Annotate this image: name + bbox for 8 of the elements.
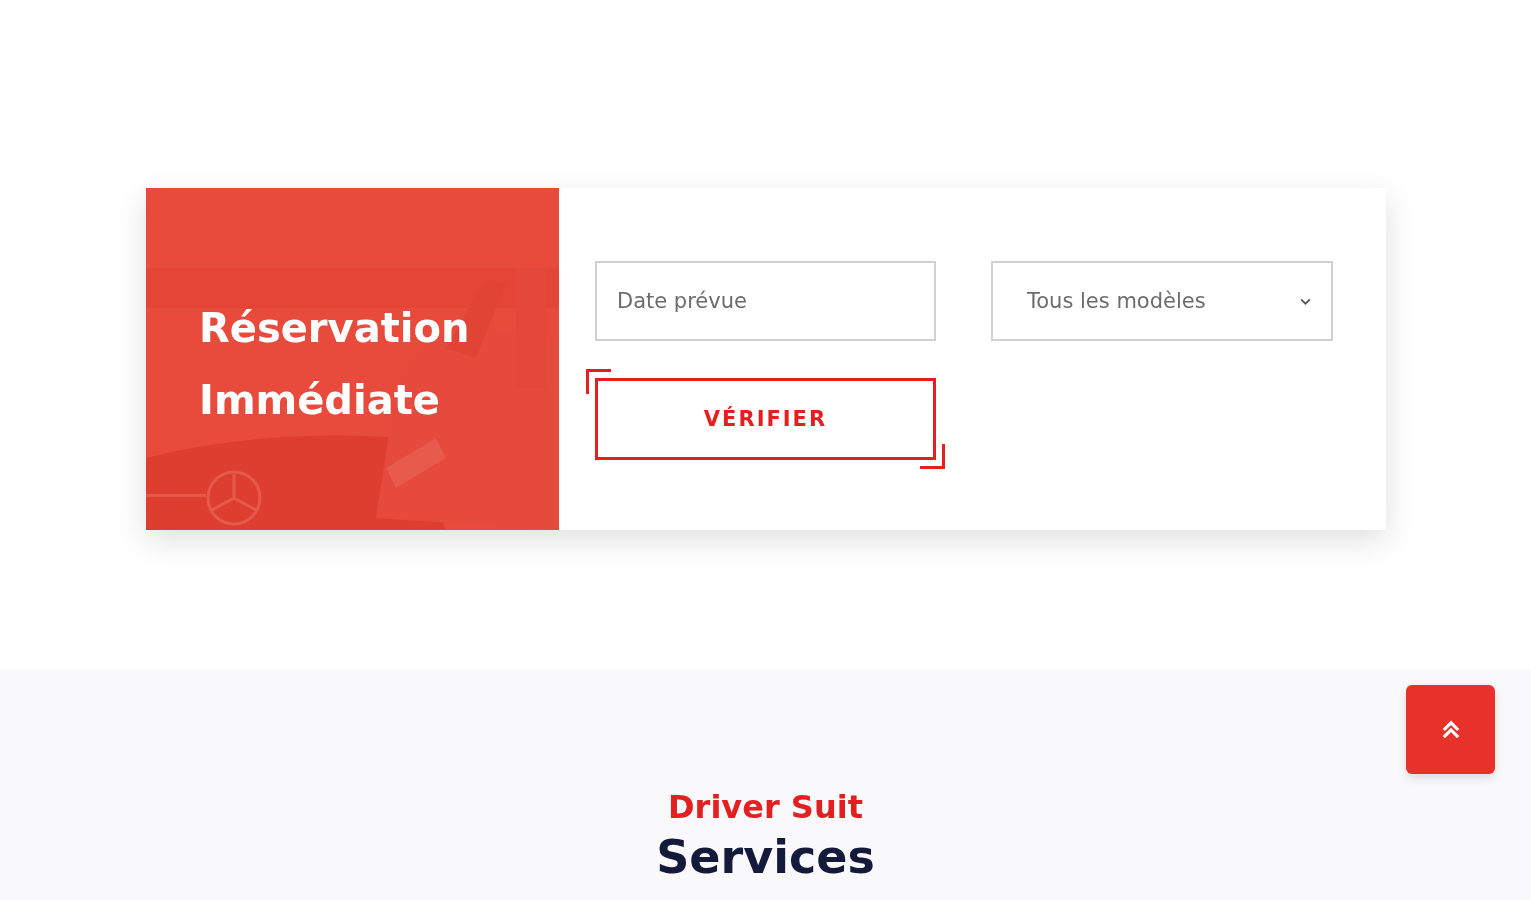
booking-title: Immédiate — [199, 376, 441, 425]
scroll-top-button[interactable] — [1406, 685, 1495, 774]
booking-title: Réservation — [199, 304, 470, 353]
chevron-down-icon — [1300, 297, 1311, 305]
model-select[interactable]: Tous les modèles — [991, 261, 1333, 341]
date-field[interactable]: Date prévue — [595, 261, 936, 341]
section-eyebrow: Driver Suit — [668, 788, 863, 827]
section-heading: Services — [656, 832, 875, 883]
